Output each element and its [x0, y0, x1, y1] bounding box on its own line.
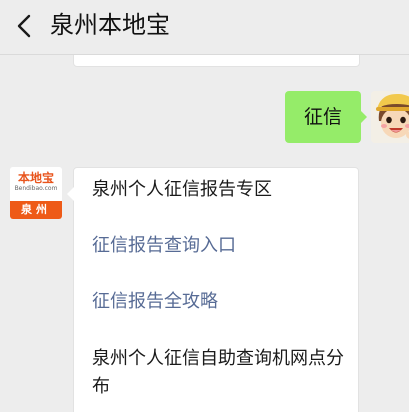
brand-logo-url: Bendibao.com [14, 185, 58, 192]
top-navigation-bar: 泉州本地宝 [0, 0, 409, 55]
user-avatar[interactable] [371, 91, 409, 143]
reply-item-self-service-locations: 泉州个人征信自助查询机网点分布 [92, 348, 344, 397]
cartoon-girl-avatar-icon [371, 91, 409, 143]
sent-message-bubble[interactable]: 征信 [285, 91, 367, 143]
back-button[interactable] [12, 10, 36, 42]
reply-link-full-guide[interactable]: 征信报告全攻略 [92, 288, 354, 316]
previous-message-bubble [73, 55, 360, 67]
brand-logo-area: 本地宝 Bendibao.com [10, 167, 62, 201]
brand-logo-text: 本地宝 [17, 171, 54, 185]
reply-link-query-entry[interactable]: 征信报告查询入口 [92, 232, 354, 260]
page-title: 泉州本地宝 [50, 11, 170, 39]
brand-city-label: 泉州 [10, 201, 62, 219]
bubble-tail [360, 110, 367, 124]
chat-area: 征信 本地宝 Bendibao.com 泉州 泉州个人征信报告专区 征信报告查询… [0, 55, 409, 412]
reply-item-zone: 泉州个人征信报告专区 [92, 179, 272, 200]
bubble-tail [67, 187, 74, 201]
reply-message-card: 泉州个人征信报告专区 征信报告查询入口 征信报告全攻略 泉州个人征信自助查询机网… [67, 167, 359, 412]
chevron-left-icon [17, 14, 31, 38]
bendibao-avatar[interactable]: 本地宝 Bendibao.com 泉州 [10, 167, 62, 219]
sent-message-text: 征信 [303, 106, 342, 128]
